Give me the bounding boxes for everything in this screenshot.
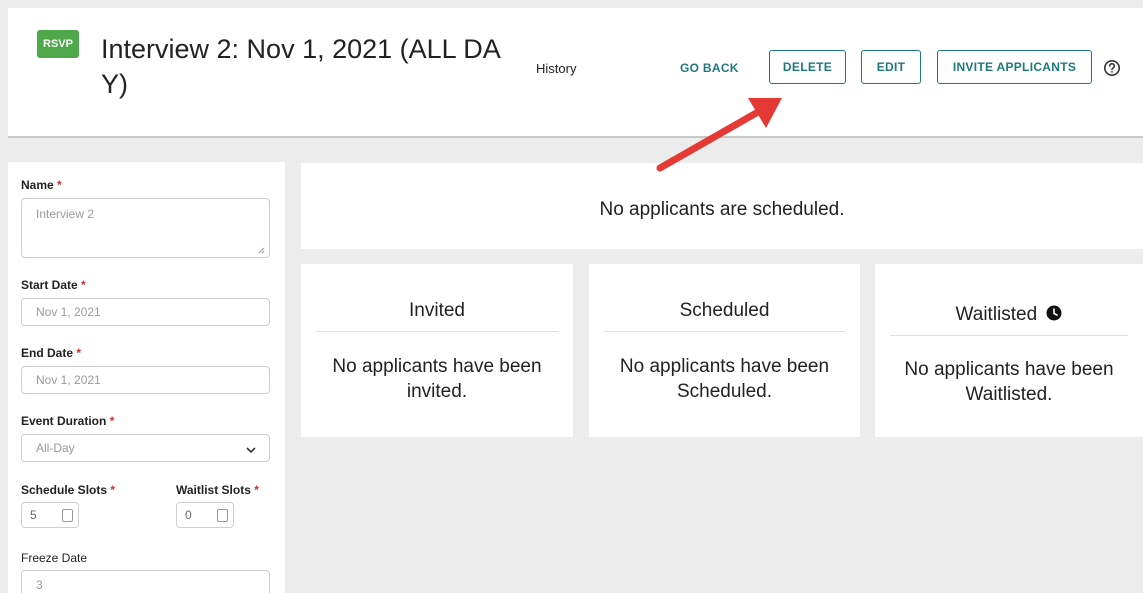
annotation-arrow-icon <box>656 98 782 172</box>
page-title: Interview 2: Nov 1, 2021 (ALL DAY) <box>101 34 501 99</box>
start-date-input[interactable]: Nov 1, 2021 <box>21 298 270 326</box>
name-label: Name * <box>21 178 62 192</box>
divider <box>604 331 845 332</box>
edit-button[interactable]: EDIT <box>861 50 921 84</box>
scheduled-card: Scheduled No applicants have been Schedu… <box>589 264 860 437</box>
end-date-label: End Date * <box>21 346 82 360</box>
divider <box>890 335 1128 336</box>
invited-card: Invited No applicants have been invited. <box>301 264 573 437</box>
help-icon[interactable] <box>1103 59 1121 77</box>
waitlisted-title: Waitlisted <box>875 304 1143 326</box>
start-date-label: Start Date * <box>21 278 86 292</box>
invited-title: Invited <box>409 300 465 321</box>
waitlisted-card: Waitlisted No applicants have been Waitl… <box>875 264 1143 437</box>
chevron-down-icon <box>246 447 256 454</box>
rsvp-badge: RSVP <box>37 30 79 58</box>
divider <box>316 331 558 332</box>
resize-handle-icon[interactable] <box>257 246 265 254</box>
history-link[interactable]: History <box>536 61 576 76</box>
event-form-panel: Name * Interview 2 Start Date * Nov 1, 2… <box>8 162 285 593</box>
freeze-date-input[interactable]: 3 <box>21 570 270 593</box>
scheduled-summary-text: No applicants are scheduled. <box>599 199 845 220</box>
page-header: RSVP Interview 2: Nov 1, 2021 (ALL DAY) … <box>8 8 1143 138</box>
event-duration-select[interactable]: All-Day <box>21 434 270 462</box>
schedule-slots-label: Schedule Slots * <box>21 483 116 497</box>
freeze-date-label: Freeze Date <box>21 551 88 565</box>
invite-applicants-button[interactable]: INVITE APPLICANTS <box>937 50 1092 84</box>
invited-message: No applicants have been invited. <box>332 356 542 402</box>
scheduled-title: Scheduled <box>679 300 770 321</box>
waitlist-slots-label: Waitlist Slots * <box>176 483 259 497</box>
go-back-button[interactable]: GO BACK <box>680 61 739 75</box>
schedule-slots-stepper[interactable]: 5 <box>21 502 79 528</box>
stepper-arrows-icon[interactable] <box>217 509 228 522</box>
scheduled-message: No applicants have been Scheduled. <box>619 356 830 402</box>
end-date-input[interactable]: Nov 1, 2021 <box>21 366 270 394</box>
stepper-arrows-icon[interactable] <box>62 509 73 522</box>
clock-icon <box>1046 305 1062 321</box>
name-input[interactable]: Interview 2 <box>21 198 270 258</box>
event-duration-label: Event Duration * <box>21 414 115 428</box>
waitlist-slots-stepper[interactable]: 0 <box>176 502 234 528</box>
delete-button[interactable]: DELETE <box>769 50 846 84</box>
waitlisted-message: No applicants have been Waitlisted. <box>904 359 1114 405</box>
